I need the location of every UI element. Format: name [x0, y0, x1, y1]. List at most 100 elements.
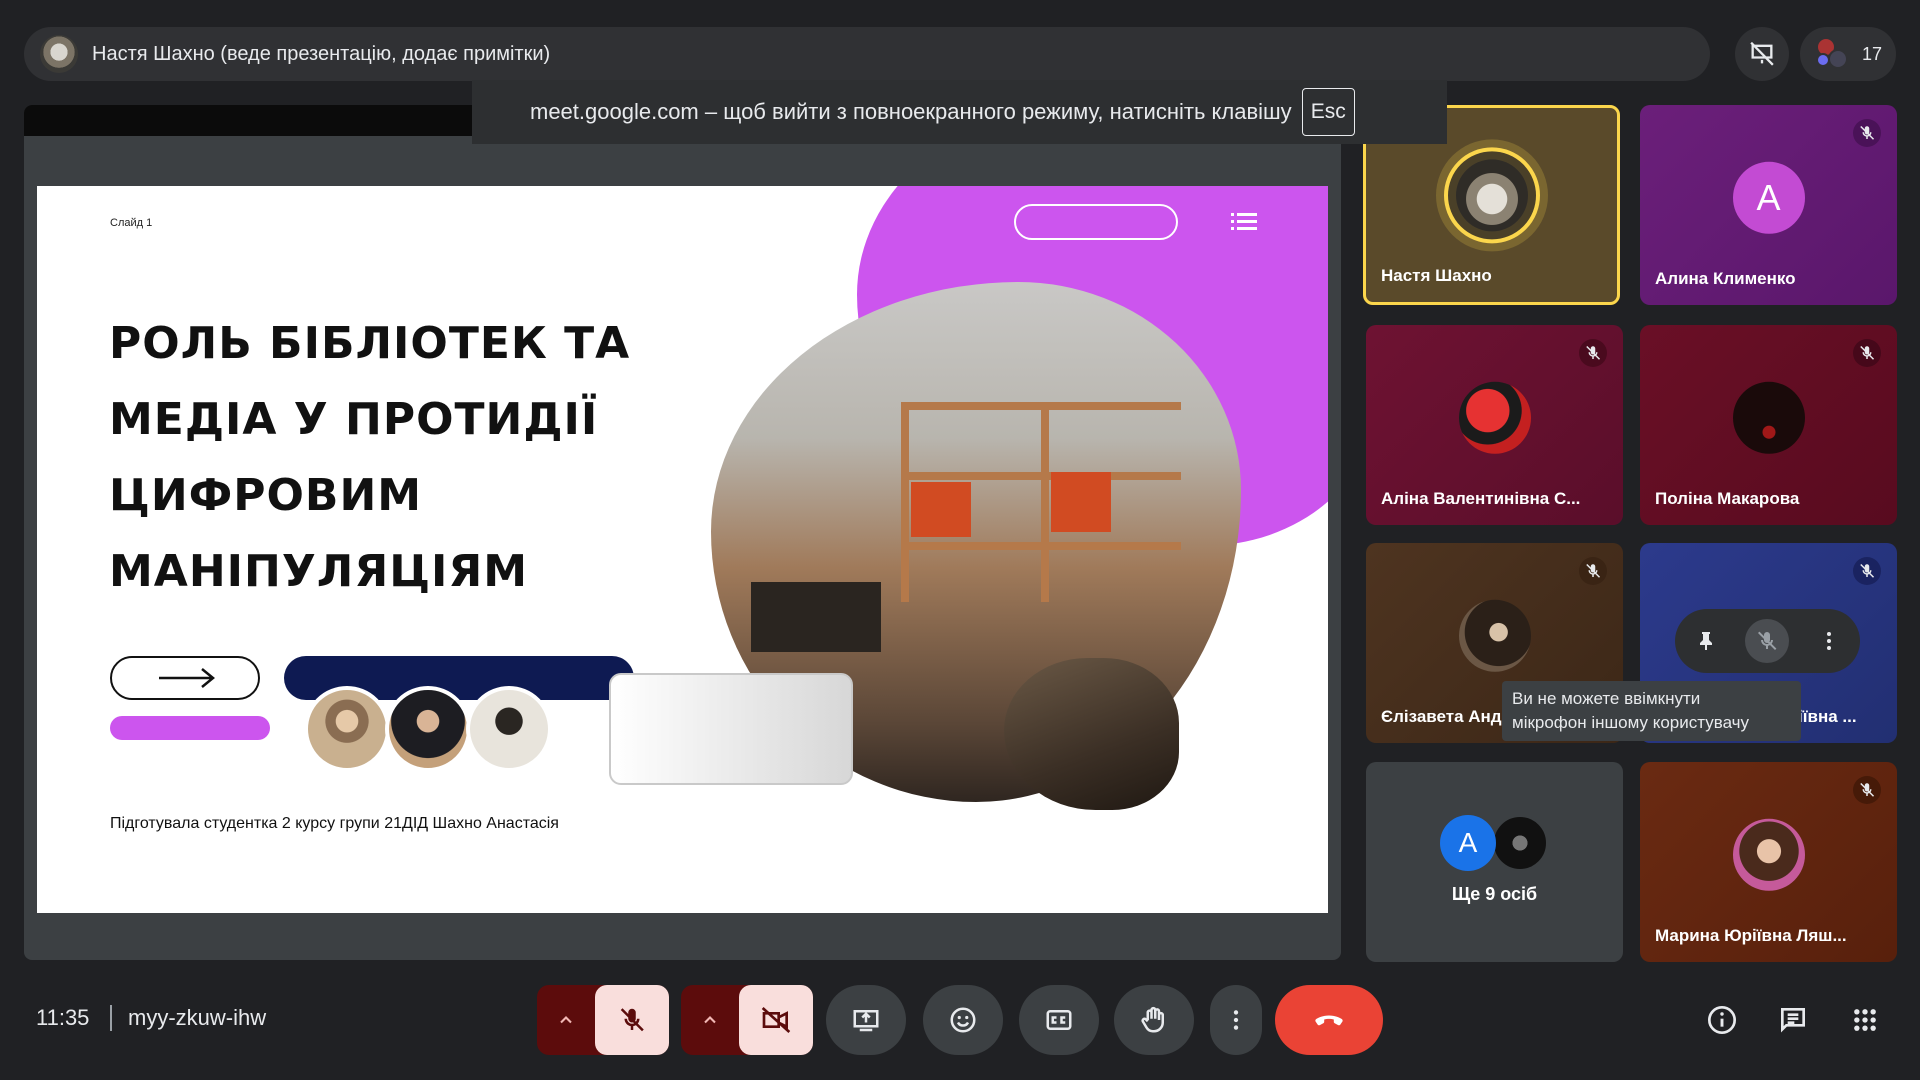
avatar-letter: A [1458, 827, 1478, 858]
avatar [1458, 599, 1531, 672]
mic-off-icon [1853, 339, 1881, 367]
clock: 11:35 [36, 1005, 90, 1030]
presentation-stage: Слайд 1 РОЛЬ БІБЛІОТЕК ТА МЕДІА У ПРОТИД… [24, 105, 1341, 960]
activities-button[interactable] [1843, 998, 1887, 1042]
slide-footer: Підготувала студентка 2 курсу групи 21ДІ… [110, 815, 559, 832]
participant-tile[interactable]: Марина Юріївна Ляш... [1640, 762, 1897, 962]
participant-count: 17 [1861, 43, 1883, 64]
participant-tile[interactable]: A Алина Клименко [1640, 105, 1897, 305]
chat-button[interactable] [1771, 998, 1815, 1042]
slide-title-line: МЕДІА У ПРОТИДІЇ [109, 394, 599, 445]
participant-name: Поліна Макарова [1655, 489, 1800, 508]
tile-hover-controls [1675, 609, 1860, 673]
mic-off-icon [1853, 776, 1881, 804]
more-vert-icon [1827, 632, 1832, 650]
people-button[interactable]: 17 [1800, 27, 1896, 81]
camera-off-icon [761, 1007, 791, 1033]
slide-person-photo [385, 686, 471, 772]
avatar-letter: A [1756, 176, 1781, 218]
participant-name: Настя Шахно [1381, 266, 1492, 285]
presenter-label: Настя Шахно (веде презентацію, додає при… [92, 42, 551, 65]
slide-person-photo [466, 686, 552, 772]
participant-name: іївна ... [1798, 707, 1857, 726]
slide-number: Слайд 1 [110, 217, 153, 229]
end-call-icon [1315, 1015, 1343, 1026]
camera-toggle-button[interactable] [739, 985, 813, 1055]
mute-participant-button[interactable] [1745, 619, 1790, 663]
meeting-code: myy-zkuw-ihw [128, 1005, 267, 1030]
slide-title-line: ЦИФРОВИМ [109, 470, 423, 521]
divider [110, 1005, 112, 1031]
emoji-button[interactable] [923, 985, 1003, 1055]
captions-icon [1046, 1010, 1072, 1030]
tooltip-line: Ви не можете ввімкнути [1512, 689, 1701, 708]
mic-off-icon [1758, 631, 1777, 650]
avatar [1458, 381, 1531, 454]
presenter-bar: Настя Шахно (веде презентацію, додає при… [24, 27, 1710, 81]
mic-off-icon [1853, 557, 1881, 585]
tile-more-options-button[interactable] [1807, 619, 1851, 663]
slide-purple-pill [110, 716, 270, 740]
avatar: A [1440, 815, 1496, 871]
meet-window: Настя Шахно (веде презентацію, додає при… [0, 0, 1920, 1080]
presenter-avatar [40, 35, 78, 73]
participant-name: Алина Клименко [1655, 269, 1796, 288]
pin-icon [1699, 632, 1712, 650]
more-participants-label: Ще 9 осіб [1451, 884, 1538, 904]
mic-off-icon [1853, 119, 1881, 147]
tooltip-line: мікрофон іншому користувачу [1512, 713, 1750, 732]
slide-grey-box [609, 673, 853, 785]
info-icon [1708, 1006, 1736, 1034]
chevron-up-icon [560, 1016, 572, 1024]
chat-icon [1781, 1008, 1805, 1033]
more-options-button[interactable] [1210, 985, 1262, 1055]
present-button[interactable] [826, 985, 906, 1055]
participant-name: Марина Юріївна Ляш... [1655, 926, 1847, 945]
avatar: A [1732, 161, 1805, 234]
camera-control [681, 985, 813, 1055]
more-participants-tile[interactable]: A Ще 9 осіб [1366, 762, 1623, 962]
more-vert-icon [1233, 1010, 1239, 1030]
raise-hand-button[interactable] [1114, 985, 1194, 1055]
participant-tile[interactable]: Поліна Макарова [1640, 325, 1897, 525]
fullscreen-notice-text: meet.google.com – щоб вийти з повноекран… [530, 99, 1292, 124]
captions-button[interactable] [1019, 985, 1099, 1055]
fullscreen-notice: meet.google.com – щоб вийти з повноекран… [472, 80, 1447, 144]
audio-options-button[interactable] [537, 985, 595, 1055]
esc-key: Esc [1301, 88, 1355, 136]
avatar [1732, 381, 1805, 454]
pin-button[interactable] [1684, 619, 1728, 663]
mic-off-icon [620, 1008, 644, 1032]
chevron-up-icon [704, 1016, 716, 1024]
participant-name: Єлізавета Анд [1381, 707, 1502, 726]
mic-tooltip: Ви не можете ввімкнути мікрофон іншому к… [1502, 681, 1801, 741]
mic-control [537, 985, 669, 1055]
mic-off-icon [1579, 557, 1607, 585]
slide: Слайд 1 РОЛЬ БІБЛІОТЕК ТА МЕДІА У ПРОТИД… [37, 186, 1328, 913]
avatar [1492, 815, 1548, 871]
emoji-icon [950, 1007, 976, 1033]
participant-tile[interactable]: Аліна Валентинівна С... [1366, 325, 1623, 525]
slide-title: РОЛЬ БІБЛІОТЕК ТА МЕДІА У ПРОТИДІЇ ЦИФРО… [109, 306, 709, 610]
avatar [1732, 818, 1805, 891]
end-call-button[interactable] [1275, 985, 1383, 1055]
meeting-info-button[interactable] [1700, 998, 1744, 1042]
video-options-button[interactable] [681, 985, 739, 1055]
presentation-off-icon [1750, 41, 1774, 66]
slide-title-line: РОЛЬ БІБЛІОТЕК ТА [109, 318, 631, 369]
slide-arrow-pill [110, 656, 260, 700]
presentation-layout-button[interactable] [1735, 27, 1789, 81]
avatar [1443, 147, 1540, 244]
present-screen-icon [853, 1010, 879, 1032]
raise-hand-icon [1141, 1006, 1164, 1033]
slide-person-photo [304, 686, 390, 772]
mic-toggle-button[interactable] [595, 985, 669, 1055]
people-avatars [1814, 35, 1852, 73]
apps-grid-icon [1854, 1009, 1876, 1031]
slide-menu-icon [1231, 210, 1257, 234]
slide-search-pill [1014, 204, 1178, 240]
arrow-right-icon [159, 668, 215, 688]
slide-title-line: МАНІПУЛЯЦІЯМ [109, 546, 529, 597]
mic-off-icon [1579, 339, 1607, 367]
participant-name: Аліна Валентинівна С... [1381, 489, 1581, 508]
